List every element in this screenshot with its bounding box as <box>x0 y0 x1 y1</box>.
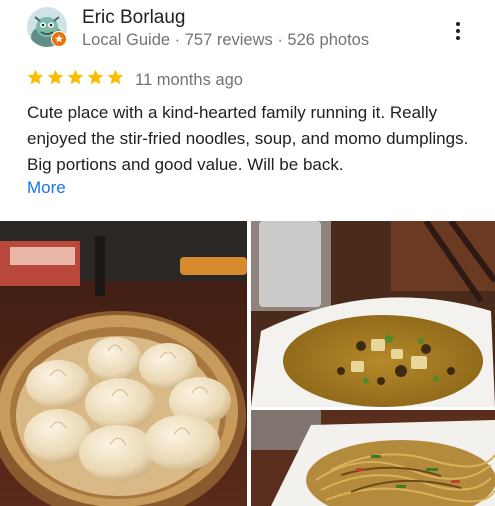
soup-bowl-photo[interactable] <box>251 221 495 407</box>
reviewer-meta: Local Guide · 757 reviews · 526 photos <box>82 31 370 49</box>
star-icon <box>27 69 44 85</box>
star-icon <box>67 69 84 85</box>
more-link[interactable]: More <box>27 178 66 198</box>
more-vert-icon <box>456 22 460 26</box>
local-guide-badge-icon <box>51 31 67 47</box>
star-icon <box>107 69 124 85</box>
reviewer-name[interactable]: Eric Borlaug <box>82 7 186 29</box>
stir-fried-noodles-photo[interactable] <box>251 410 495 506</box>
star-icon <box>87 69 104 85</box>
more-options-button[interactable] <box>446 17 470 45</box>
review-text: Cute place with a kind-hearted family ru… <box>27 103 469 174</box>
review-time: 11 months ago <box>135 71 243 89</box>
star-icon <box>47 69 64 85</box>
momo-dumplings-photo[interactable] <box>0 221 247 506</box>
star-rating <box>26 68 125 87</box>
